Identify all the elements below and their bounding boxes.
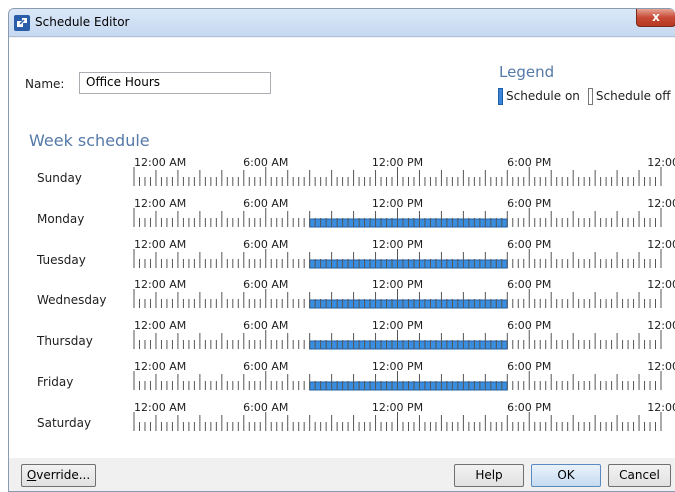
time-label: 6:00 AM <box>243 238 288 251</box>
time-label: 6:00 PM <box>507 319 551 332</box>
legend-title: Legend <box>499 63 555 81</box>
time-label: 6:00 PM <box>507 401 551 414</box>
time-label: 12:00 <box>647 360 675 373</box>
time-label: 12:00 <box>647 238 675 251</box>
time-label: 12:00 AM <box>134 360 186 373</box>
title-bar[interactable]: Schedule Editor x <box>9 9 675 37</box>
schedule-off-swatch <box>587 87 593 105</box>
time-label: 12:00 PM <box>372 197 423 210</box>
day-timeline-thursday[interactable]: 12:00 AM 6:00 AM 12:00 PM 6:00 PM 12:00 <box>9 317 675 353</box>
app-icon <box>14 15 30 31</box>
window-title: Schedule Editor <box>35 15 130 29</box>
time-label: 12:00 <box>647 319 675 332</box>
name-input[interactable]: Office Hours <box>79 72 271 94</box>
time-label: 6:00 AM <box>243 401 288 414</box>
time-label: 12:00 PM <box>372 156 423 169</box>
time-label: 6:00 AM <box>243 197 288 210</box>
day-timeline-saturday[interactable]: 12:00 AM 6:00 AM 12:00 PM 6:00 PM 12:00 <box>9 399 675 435</box>
time-label: 6:00 AM <box>243 156 288 169</box>
time-label: 6:00 PM <box>507 197 551 210</box>
schedule-editor-window: Schedule Editor x Name: Office Hours Leg… <box>8 8 675 492</box>
cancel-button[interactable]: Cancel <box>608 464 671 487</box>
schedule-on-swatch <box>498 87 503 105</box>
day-timeline-monday[interactable]: 12:00 AM 6:00 AM 12:00 PM 6:00 PM 12:00 <box>9 195 675 231</box>
time-label: 6:00 PM <box>507 278 551 291</box>
day-timeline-tuesday[interactable]: 12:00 AM 6:00 AM 12:00 PM 6:00 PM 12:00 <box>9 236 675 272</box>
dialog-footer: Override... Help OK Cancel <box>9 458 675 491</box>
legend: Schedule on Schedule off <box>498 87 670 105</box>
time-label: 12:00 AM <box>134 238 186 251</box>
close-button[interactable]: x <box>636 9 675 27</box>
time-label: 12:00 AM <box>134 156 186 169</box>
week-schedule-title: Week schedule <box>29 131 150 150</box>
time-label: 12:00 AM <box>134 319 186 332</box>
time-label: 12:00 PM <box>372 319 423 332</box>
time-label: 12:00 PM <box>372 238 423 251</box>
time-label: 12:00 AM <box>134 401 186 414</box>
time-label: 6:00 PM <box>507 238 551 251</box>
time-label: 6:00 AM <box>243 319 288 332</box>
day-timeline-sunday[interactable]: 12:00 AM 6:00 AM 12:00 PM 6:00 PM 12:00 <box>9 154 675 190</box>
time-label: 12:00 PM <box>372 360 423 373</box>
schedule-on-label: Schedule on <box>506 89 580 103</box>
close-icon[interactable]: x <box>652 10 660 24</box>
help-button[interactable]: Help <box>454 464 524 487</box>
time-label: 12:00 AM <box>134 278 186 291</box>
time-label: 6:00 AM <box>243 360 288 373</box>
name-label: Name: <box>25 77 65 91</box>
editor-content: Name: Office Hours Legend Schedule on Sc… <box>9 38 675 458</box>
time-label: 6:00 AM <box>243 278 288 291</box>
time-label: 12:00 <box>647 278 675 291</box>
schedule-off-label: Schedule off <box>595 89 671 103</box>
time-label: 6:00 PM <box>507 360 551 373</box>
time-label: 12:00 <box>647 156 675 169</box>
override-button[interactable]: Override... <box>21 464 96 487</box>
day-timeline-wednesday[interactable]: 12:00 AM 6:00 AM 12:00 PM 6:00 PM 12:00 <box>9 276 675 312</box>
time-label: 12:00 AM <box>134 197 186 210</box>
time-label: 12:00 PM <box>372 278 423 291</box>
time-label: 12:00 <box>647 197 675 210</box>
time-label: 6:00 PM <box>507 156 551 169</box>
day-timeline-friday[interactable]: 12:00 AM 6:00 AM 12:00 PM 6:00 PM 12:00 <box>9 358 675 394</box>
time-label: 12:00 PM <box>372 401 423 414</box>
ok-button[interactable]: OK <box>531 464 601 487</box>
time-label: 12:00 <box>647 401 675 414</box>
